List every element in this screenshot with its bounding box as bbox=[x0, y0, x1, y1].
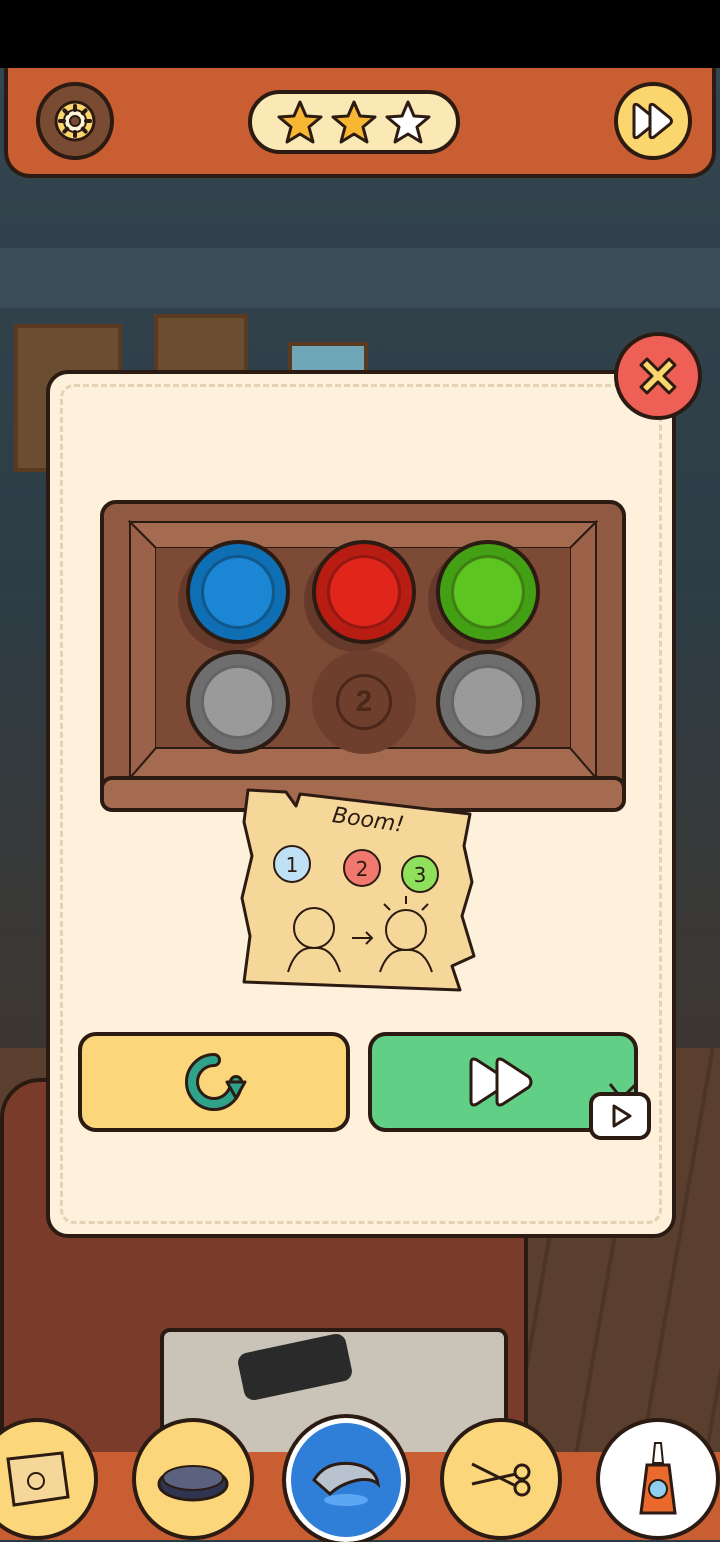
svg-text:2: 2 bbox=[356, 857, 369, 881]
retry-button[interactable] bbox=[78, 1032, 350, 1132]
close-button[interactable] bbox=[614, 332, 702, 420]
gray-button[interactable] bbox=[436, 650, 540, 754]
inventory-slot-scissors[interactable] bbox=[440, 1418, 562, 1540]
close-icon bbox=[639, 357, 677, 395]
star-filled-icon bbox=[277, 100, 323, 144]
star-rating bbox=[248, 90, 460, 154]
note-item-icon bbox=[6, 1451, 70, 1507]
star-filled-icon bbox=[331, 100, 377, 144]
fast-forward-icon bbox=[469, 1057, 533, 1107]
svg-text:3: 3 bbox=[414, 863, 427, 887]
blue-button[interactable] bbox=[186, 540, 290, 644]
hint-note: 1 2 3 Boom! bbox=[240, 786, 476, 996]
top-bar bbox=[4, 68, 716, 178]
gear-icon bbox=[54, 100, 96, 142]
svg-text:1: 1 bbox=[286, 853, 299, 877]
wall-molding bbox=[0, 248, 720, 308]
fast-forward-icon bbox=[632, 102, 673, 140]
glue-bottle-icon bbox=[639, 1442, 677, 1515]
star-empty-icon bbox=[385, 100, 431, 144]
shrimp-icon bbox=[312, 1461, 381, 1506]
green-button[interactable] bbox=[436, 540, 540, 644]
settings-button[interactable] bbox=[36, 82, 114, 160]
tv-play-icon bbox=[588, 1082, 652, 1140]
empty-button-slot[interactable]: 2 bbox=[312, 650, 416, 754]
skip-level-button[interactable] bbox=[614, 82, 692, 160]
red-button[interactable] bbox=[312, 540, 416, 644]
status-bar bbox=[0, 0, 720, 68]
inventory-slot-shrimp[interactable] bbox=[282, 1414, 410, 1542]
refresh-icon bbox=[185, 1053, 247, 1111]
slot-number: 2 bbox=[336, 674, 392, 730]
inventory-slot-glue[interactable] bbox=[596, 1418, 720, 1540]
scissors-icon bbox=[471, 1462, 531, 1497]
robot-vacuum-icon bbox=[157, 1465, 229, 1502]
inventory-slot-vacuum[interactable] bbox=[132, 1418, 254, 1540]
gray-button[interactable] bbox=[186, 650, 290, 754]
